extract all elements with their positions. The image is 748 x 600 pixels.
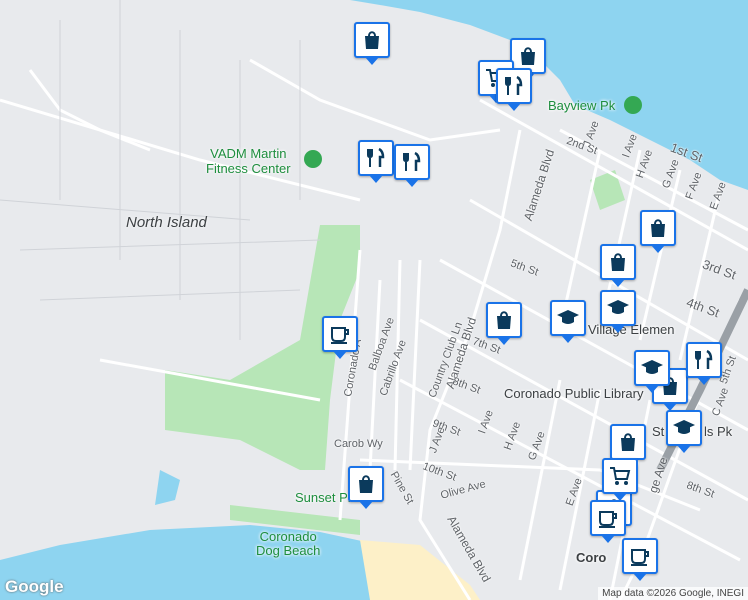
- cafe-icon: [331, 327, 349, 344]
- google-logo: Google: [5, 577, 64, 596]
- shopping-pin-5[interactable]: [486, 302, 522, 338]
- label-coronado-city[interactable]: Coro: [576, 550, 606, 565]
- school-pin-1[interactable]: [550, 300, 586, 336]
- label-fitness-center[interactable]: VADM Martin Fitness Center: [206, 146, 291, 176]
- cart-pin-2[interactable]: [602, 458, 638, 494]
- school-icon: [641, 360, 663, 374]
- school-pin-3[interactable]: [666, 410, 702, 446]
- shopping-pin-4[interactable]: [600, 244, 636, 280]
- restaurant-pin-2[interactable]: [358, 140, 394, 176]
- school-icon: [607, 300, 629, 314]
- label-bayview-park[interactable]: Bayview Pk: [548, 98, 615, 113]
- school-pin-4[interactable]: [634, 350, 670, 386]
- cart-icon: [610, 467, 631, 485]
- label-sunset-park[interactable]: Sunset Pk: [295, 490, 354, 505]
- shopping-pin-9[interactable]: [348, 466, 384, 502]
- bayview-park-marker[interactable]: [624, 96, 642, 114]
- bag-icon: [497, 311, 511, 329]
- bag-icon: [651, 219, 665, 237]
- map-attribution[interactable]: Map data ©2026 Google, INEGI: [598, 587, 748, 600]
- bag-icon: [359, 475, 373, 493]
- label-coronado-library[interactable]: Coronado Public Library: [504, 386, 643, 401]
- cafe-pin-2[interactable]: [590, 500, 626, 536]
- bag-icon: [621, 433, 635, 451]
- fitness-center-marker[interactable]: [304, 150, 322, 168]
- shopping-pin-7[interactable]: [610, 424, 646, 460]
- street-carob: Carob Wy: [334, 438, 383, 450]
- food-icon: [403, 151, 421, 171]
- food-icon: [367, 147, 385, 167]
- label-dog-beach[interactable]: Coronado Dog Beach: [256, 530, 320, 558]
- label-north-island: North Island: [126, 214, 207, 231]
- label-st-pk-2[interactable]: ls Pk: [704, 424, 732, 439]
- restaurant-pin-1[interactable]: [496, 68, 532, 104]
- cafe-pin-3[interactable]: [622, 538, 658, 574]
- school-pin-2[interactable]: [600, 290, 636, 326]
- label-st-pk[interactable]: St: [652, 424, 664, 439]
- school-icon: [673, 420, 695, 434]
- cafe-icon: [599, 511, 617, 528]
- bag-icon: [611, 253, 625, 271]
- restaurant-pin-4[interactable]: [686, 342, 722, 378]
- food-icon: [695, 349, 713, 369]
- shopping-pin-3[interactable]: [640, 210, 676, 246]
- food-icon: [505, 75, 523, 95]
- bag-icon: [365, 31, 379, 49]
- cafe-pin-1[interactable]: [322, 316, 358, 352]
- bag-icon: [521, 47, 535, 65]
- cafe-icon: [631, 549, 649, 566]
- restaurant-pin-3[interactable]: [394, 144, 430, 180]
- shopping-pin-1[interactable]: [354, 22, 390, 58]
- school-icon: [557, 310, 579, 324]
